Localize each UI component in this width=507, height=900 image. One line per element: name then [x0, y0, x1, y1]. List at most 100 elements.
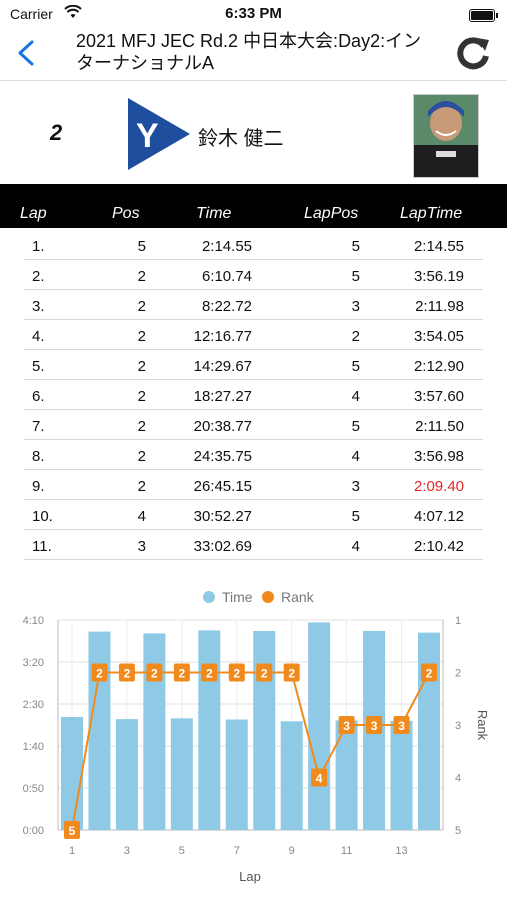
cell-laptime: 2:10.42: [413, 538, 464, 555]
cell-laptime: 4:07.12: [413, 508, 464, 525]
rank-label: 5: [69, 824, 76, 838]
legend-time-label: Time: [222, 589, 253, 605]
cell-lappos: 5: [351, 268, 360, 285]
cell-lap: 5.: [32, 358, 45, 375]
rider-header: 2 Y 鈴木 健二: [0, 82, 507, 182]
y-right-tick: 2: [455, 668, 461, 680]
rank-label: 3: [343, 719, 350, 733]
time-bar: [170, 718, 193, 830]
rank-label: 2: [151, 667, 158, 681]
time-bar: [335, 720, 358, 830]
y-left-tick: 2:30: [23, 699, 44, 711]
lap-chart: Time Rank 0:00 0:50 1:40 2:30 3:20 4:10 1 2 3 4 5 5 2 2…: [23, 589, 490, 884]
table-row: 3. 2 8:22.72 3 2:11.98: [0, 290, 507, 320]
cell-laptime: 3:56.98: [413, 448, 464, 465]
table-row: 1. 5 2:14.55 5 2:14.55: [0, 230, 507, 260]
cell-lappos: 5: [351, 418, 360, 435]
x-axis-label: Lap: [239, 869, 261, 884]
y-left-tick: 4:10: [23, 615, 44, 627]
cell-pos: 2: [137, 268, 146, 285]
cell-time: 2:14.55: [201, 238, 252, 255]
rank-label: 2: [426, 667, 433, 681]
cell-laptime: 2:11.50: [415, 418, 464, 435]
y-left-tick: 0:00: [23, 825, 44, 837]
x-tick: 1: [69, 845, 75, 857]
x-tick: 11: [341, 845, 352, 857]
col-time: Time: [196, 205, 232, 222]
y-right-tick: 1: [455, 615, 461, 627]
cell-time: 12:16.77: [193, 328, 252, 345]
col-laptime: LapTime: [400, 205, 463, 222]
battery-icon: [469, 9, 498, 22]
cell-pos: 3: [137, 538, 146, 555]
table-row: 2. 2 6:10.74 5 3:56.19: [0, 260, 507, 290]
time-bar: [390, 720, 413, 830]
status-bar: Carrier 6:33 PM: [0, 0, 507, 28]
yamaha-logo-icon: Y: [128, 98, 190, 170]
rank-label: 2: [288, 667, 295, 681]
logo-letter: Y: [136, 117, 159, 155]
cell-lappos: 4: [351, 448, 360, 465]
rank-label: 2: [124, 667, 131, 681]
cell-laptime: 3:54.05: [413, 328, 464, 345]
rank-label: 3: [398, 719, 405, 733]
table-row: 11. 3 33:02.69 4 2:10.42: [0, 530, 507, 560]
cell-lap: 3.: [32, 298, 45, 315]
cell-pos: 2: [137, 388, 146, 405]
table-header: Lap Pos Time LapPos LapTime: [0, 184, 507, 228]
clock: 6:33 PM: [225, 5, 282, 22]
cell-time: 14:29.67: [193, 358, 252, 375]
x-tick: 5: [179, 845, 185, 857]
col-lap: Lap: [20, 205, 47, 222]
cell-laptime: 3:57.60: [413, 388, 464, 405]
cell-time: 26:45.15: [193, 478, 252, 495]
cell-lap: 6.: [32, 388, 45, 405]
table-row: 5. 2 14:29.67 5 2:12.90: [0, 350, 507, 380]
cell-pos: 2: [137, 298, 146, 315]
cell-lappos: 2: [351, 328, 360, 345]
rider-photo: [413, 94, 479, 178]
cell-time: 30:52.27: [193, 508, 252, 525]
back-chevron-icon[interactable]: [14, 36, 38, 70]
cell-lap: 11.: [32, 538, 52, 555]
cell-pos: 2: [137, 358, 146, 375]
cell-lap: 9.: [32, 478, 45, 495]
x-tick: 7: [234, 845, 240, 857]
time-bar: [61, 716, 83, 830]
col-lappos: LapPos: [304, 205, 359, 222]
cell-pos: 2: [137, 478, 146, 495]
cell-lappos: 5: [351, 508, 360, 525]
x-tick: 3: [124, 845, 130, 857]
table-row: 6. 2 18:27.27 4 3:57.60: [0, 380, 507, 410]
lap-table: 1. 5 2:14.55 5 2:14.55 2. 2 6:10.74 5 3:56.19 3. 2 8…: [0, 230, 507, 560]
cell-laptime: 3:56.19: [413, 268, 464, 285]
cell-lap: 8.: [32, 448, 45, 465]
cell-pos: 2: [137, 328, 146, 345]
x-tick: 9: [289, 845, 295, 857]
rank-label: 3: [371, 719, 378, 733]
rider-number: 2: [50, 120, 63, 145]
legend-rank-label: Rank: [281, 589, 315, 605]
time-bar: [308, 622, 331, 830]
legend-time-swatch: [203, 591, 215, 603]
cell-lappos: 3: [351, 298, 360, 315]
rank-label: 2: [233, 667, 240, 681]
cell-pos: 5: [137, 238, 146, 255]
cell-laptime: 2:14.55: [413, 238, 464, 255]
time-bar: [418, 632, 440, 830]
cell-lap: 2.: [32, 268, 45, 285]
rank-label: 2: [261, 667, 268, 681]
table-row: 7. 2 20:38.77 5 2:11.50: [0, 410, 507, 440]
cell-lappos: 5: [351, 238, 360, 255]
cell-lappos: 4: [351, 388, 360, 405]
col-pos: Pos: [112, 205, 140, 222]
rank-label: 2: [179, 667, 186, 681]
legend-rank-swatch: [262, 591, 274, 603]
time-bar: [253, 630, 276, 830]
refresh-icon[interactable]: [453, 32, 493, 72]
cell-time: 20:38.77: [193, 418, 252, 435]
rider-name: 鈴木 健二: [198, 128, 284, 150]
y-right-tick: 4: [455, 773, 461, 785]
cell-time: 18:27.27: [193, 388, 252, 405]
y-right-tick: 5: [455, 825, 461, 837]
